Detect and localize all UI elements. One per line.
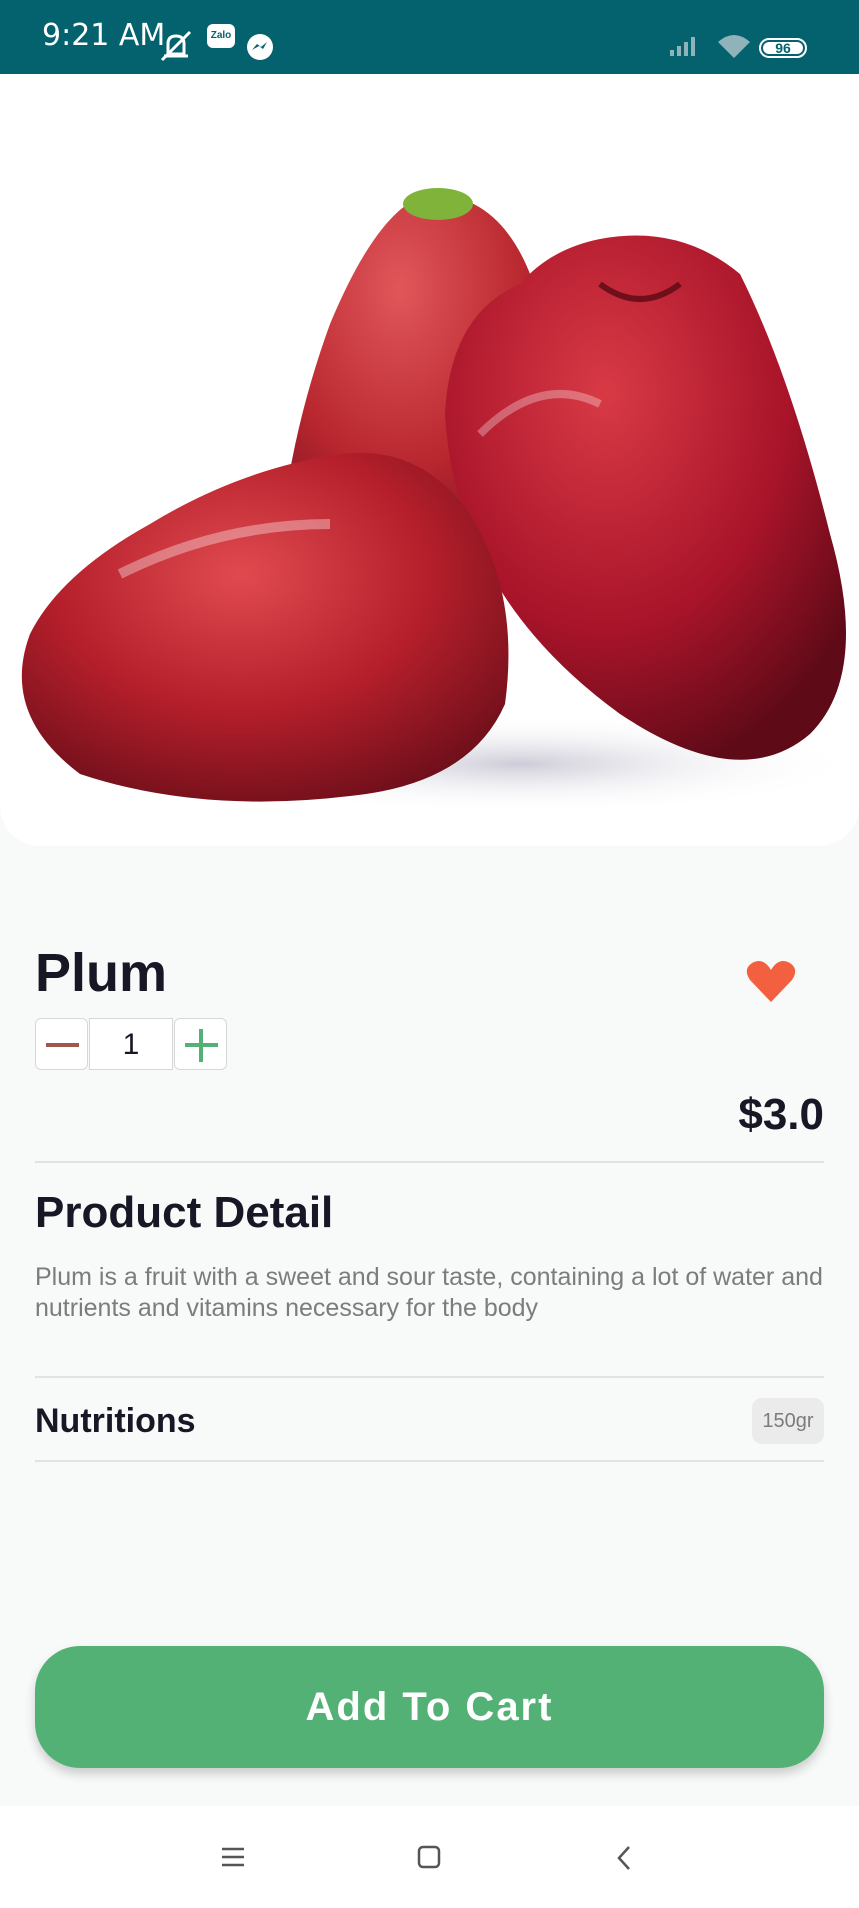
battery-level: 96	[775, 40, 791, 56]
divider	[35, 1376, 824, 1378]
favorite-heart-icon[interactable]	[746, 960, 796, 1009]
home-icon[interactable]	[416, 1844, 442, 1875]
mute-icon	[158, 30, 194, 67]
product-name: Plum	[35, 943, 168, 1003]
status-time: 9:21 AM	[42, 18, 166, 53]
decrease-button[interactable]	[35, 1018, 88, 1070]
product-image	[0, 74, 859, 846]
add-to-cart-button[interactable]: Add To Cart	[35, 1646, 824, 1768]
increase-button[interactable]	[174, 1018, 227, 1070]
quantity-value: 1	[89, 1018, 173, 1070]
wifi-icon	[716, 32, 752, 65]
status-bar: 9:21 AM Zalo 96	[0, 0, 859, 74]
signal-icon	[668, 34, 702, 63]
product-price: $3.0	[738, 1090, 824, 1139]
minus-icon	[46, 1043, 79, 1047]
product-detail-title: Product Detail	[35, 1188, 334, 1237]
nutritions-label[interactable]: Nutritions	[35, 1402, 196, 1441]
divider	[35, 1161, 824, 1163]
zalo-icon: Zalo	[207, 24, 235, 48]
back-icon[interactable]	[614, 1844, 634, 1877]
nutritions-badge: 150gr	[752, 1398, 824, 1444]
menu-icon[interactable]	[220, 1846, 246, 1873]
quantity-stepper: 1	[35, 1018, 227, 1072]
messenger-icon	[246, 33, 274, 66]
navigation-bar	[0, 1806, 859, 1908]
battery-icon: 96	[759, 38, 807, 58]
divider	[35, 1460, 824, 1462]
product-description: Plum is a fruit with a sweet and sour ta…	[35, 1263, 823, 1322]
